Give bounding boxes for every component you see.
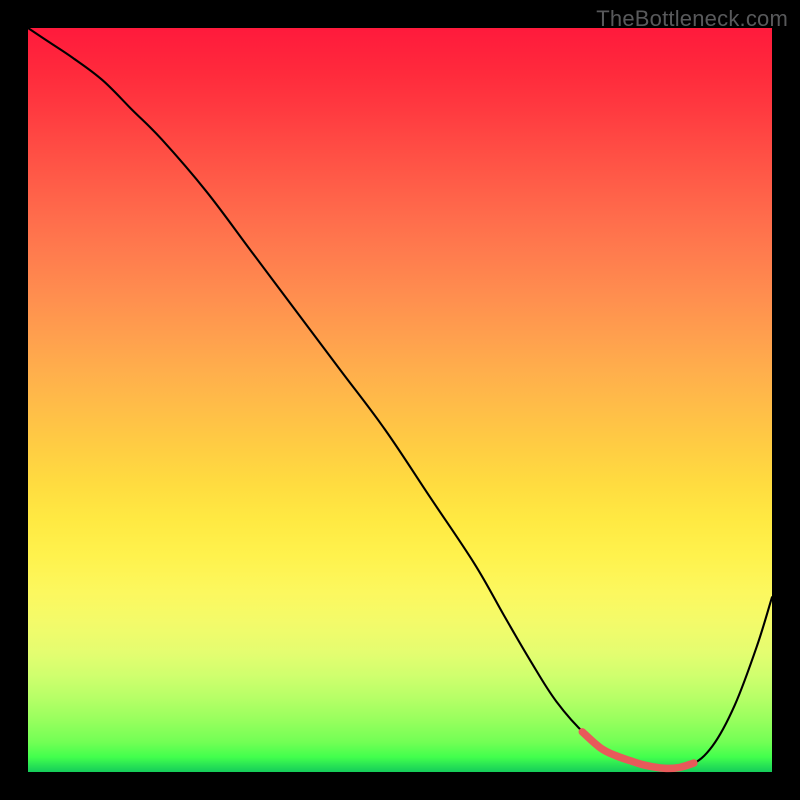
optimal-zone-highlight <box>582 732 694 769</box>
watermark-text: TheBottleneck.com <box>596 6 788 32</box>
chart-frame <box>0 0 800 800</box>
bottleneck-curve <box>28 28 772 768</box>
plot-area <box>28 28 772 772</box>
curve-layer <box>28 28 772 772</box>
